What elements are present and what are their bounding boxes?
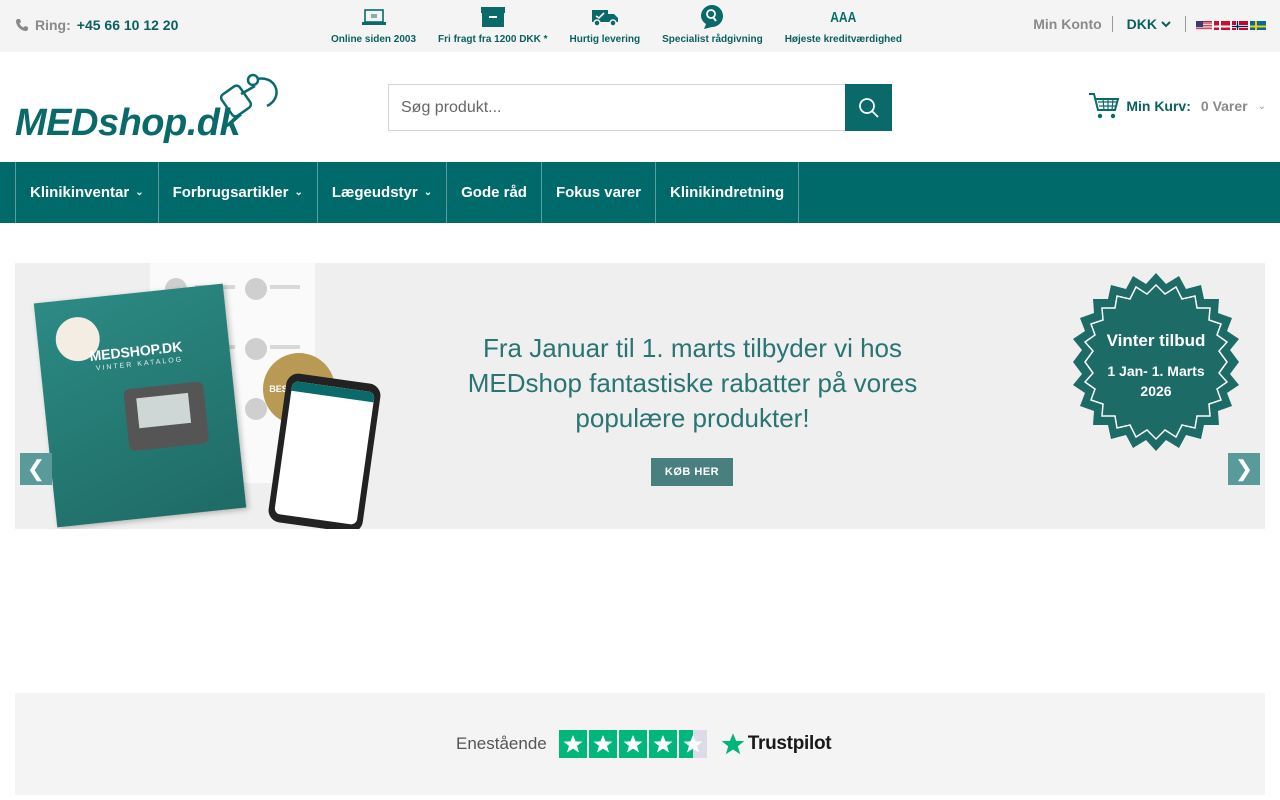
- carousel-prev-button[interactable]: ❮: [20, 453, 52, 485]
- usp-free-shipping: Fri fragt fra 1200 DKK *: [427, 4, 558, 45]
- cart-count: 0 Varer: [1200, 98, 1248, 114]
- phone-icon: [16, 19, 28, 31]
- nav-item-laegeudstyr[interactable]: Lægeudstyr ⌄: [318, 162, 448, 223]
- chevron-down-icon: ⌄: [294, 187, 303, 198]
- currency-label: DKK: [1126, 16, 1157, 32]
- site-logo[interactable]: MEDshop.dk: [15, 72, 290, 144]
- usp-online: Online siden 2003: [320, 4, 427, 45]
- dk-flag-icon[interactable]: [1214, 19, 1230, 30]
- truck-icon: [591, 10, 618, 27]
- star-icon: [588, 730, 617, 758]
- badge-year: 2026: [1140, 383, 1172, 399]
- search-input[interactable]: [388, 84, 845, 131]
- main-navigation: Klinikinventar ⌄ Forbrugsartikler ⌄ Lægeud…: [0, 162, 1280, 223]
- usp-list: Online siden 2003 Fri fragt fra 1200 DKK…: [320, 4, 913, 45]
- my-account-link[interactable]: Min Konto: [1033, 16, 1113, 32]
- buy-here-button[interactable]: KØB HER: [651, 458, 733, 486]
- star-rating: [558, 730, 707, 758]
- usp-credit-rating: AAA Højeste kreditværdighed: [774, 4, 913, 46]
- phone-label: Ring:: [35, 17, 71, 33]
- banner-line: Fra Januar til 1. marts tilbyder vi hos: [482, 333, 903, 363]
- language-flags: [1186, 19, 1266, 30]
- search-button[interactable]: [845, 84, 892, 131]
- search-icon: [858, 97, 879, 118]
- star-icon: [558, 730, 587, 758]
- nav-item-label: Forbrugsartikler: [172, 184, 289, 201]
- chevron-down-icon: ⌄: [135, 187, 144, 198]
- search-bar: [388, 84, 892, 131]
- nav-item-label: Klinikindretning: [670, 184, 785, 201]
- se-flag-icon[interactable]: [1250, 19, 1266, 30]
- badge-dates: 1 Jan- 1. Marts: [1107, 363, 1205, 379]
- trustpilot-logo[interactable]: Trustpilot: [721, 732, 832, 756]
- trust-rating-label: Enestående: [456, 734, 547, 753]
- phone-number[interactable]: +45 66 10 12 20: [77, 17, 179, 33]
- hero-banner[interactable]: MEDSHOP.DK VINTER KATALOG BESTSELLER Fra…: [15, 263, 1265, 529]
- usp-advice: Specialist rådgivning: [651, 4, 774, 45]
- usp-fast-delivery: Hurtig levering: [559, 4, 652, 45]
- nav-item-forbrugsartikler[interactable]: Forbrugsartikler ⌄: [159, 162, 318, 223]
- star-icon: [648, 730, 677, 758]
- winter-offer-badge: Vinter tilbud 1 Jan- 1. Marts 2026: [1065, 271, 1247, 453]
- mini-cart[interactable]: Min Kurv: 0 Varer ⌄: [1088, 92, 1266, 120]
- chevron-down-icon: ⌄: [423, 187, 433, 198]
- us-flag-icon[interactable]: [1196, 19, 1212, 30]
- banner-line: populære produkter!: [575, 403, 810, 433]
- nav-item-label: Fokus varer: [555, 184, 642, 201]
- nav-item-label: Lægeudstyr: [331, 184, 418, 201]
- chevron-down-icon: ⌄: [1257, 100, 1266, 112]
- phone-image: [267, 372, 382, 529]
- phone-contact[interactable]: Ring: +45 66 10 12 20: [15, 17, 178, 33]
- trustpilot-widget[interactable]: Enestående Trustpilot: [15, 693, 1265, 795]
- usp-label: Online siden 2003: [331, 34, 417, 45]
- usp-label: Fri fragt fra 1200 DKK *: [438, 34, 548, 45]
- logo-text: MEDshop.dk: [15, 102, 241, 144]
- trustpilot-wordmark: Trustpilot: [747, 733, 832, 754]
- catalog-image: MEDSHOP.DK VINTER KATALOG: [33, 283, 247, 528]
- nav-item-label: Gode råd: [461, 184, 527, 201]
- banner-line: MEDshop fantastiske rabatter på vores: [467, 368, 918, 398]
- half-star-icon: [678, 730, 707, 758]
- laptop-icon: [361, 9, 386, 25]
- site-header: MEDshop.dk Min Kurv: 0 Varer ⌄: [0, 52, 1280, 162]
- cart-icon: [1089, 93, 1120, 119]
- badge-title: Vinter tilbud: [1106, 331, 1206, 350]
- nav-item-fokus-varer[interactable]: Fokus varer: [542, 162, 657, 223]
- cart-label: Min Kurv:: [1126, 98, 1191, 114]
- star-icon: [618, 730, 647, 758]
- chevron-down-icon: [1161, 21, 1171, 28]
- usp-label: Specialist rådgivning: [662, 34, 763, 45]
- rating-icon: AAA: [830, 8, 857, 26]
- banner-headline: Fra Januar til 1. marts tilbyder vi hos …: [395, 331, 990, 436]
- carousel-next-button[interactable]: ❯: [1228, 453, 1260, 485]
- top-right-links: Min Konto DKK: [1033, 16, 1266, 32]
- top-bar: Ring: +45 66 10 12 20 Online siden 2003 …: [0, 0, 1280, 52]
- nav-item-label: Klinikinventar: [30, 184, 130, 201]
- nav-item-klinikinventar[interactable]: Klinikinventar ⌄: [16, 162, 159, 223]
- nav-item-klinikindretning[interactable]: Klinikindretning: [656, 162, 800, 223]
- usp-label: Hurtig levering: [569, 34, 641, 45]
- box-icon: [480, 7, 505, 27]
- no-flag-icon[interactable]: [1232, 19, 1248, 30]
- currency-selector[interactable]: DKK: [1113, 16, 1186, 32]
- nav-item-gode-raad[interactable]: Gode råd: [447, 162, 542, 223]
- usp-label: Højeste kreditværdighed: [784, 34, 902, 45]
- trustpilot-star-icon: [721, 733, 745, 755]
- advice-icon: [701, 5, 724, 29]
